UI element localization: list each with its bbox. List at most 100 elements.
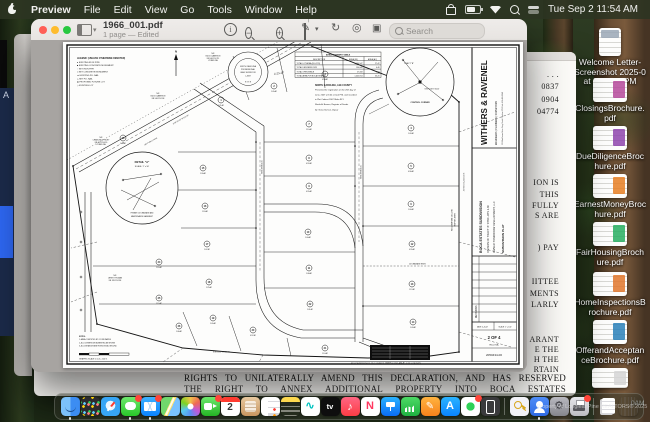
map-note: 2. ALL CORNERS MONUMENTED AS SHOWN: [79, 341, 116, 344]
svg-text:MAINTENANCE EASEMENT: MAINTENANCE EASEMENT: [131, 215, 153, 218]
menu-item-view[interactable]: View: [145, 4, 168, 16]
lot-acreage: 1.21 AC: [218, 104, 225, 107]
legend-item: ▲ EXISTING P.K. NAIL: [77, 74, 100, 77]
dock-calendar-icon[interactable]: 2: [221, 397, 240, 416]
dock-contacts-icon[interactable]: [241, 397, 260, 416]
close-button[interactable]: [39, 26, 47, 34]
dock-news-icon[interactable]: N: [361, 397, 380, 416]
menu-item-window[interactable]: Window: [245, 4, 282, 16]
svg-text:CONTROL CORNER: CONTROL CORNER: [410, 102, 430, 104]
file-thumbnail: [593, 320, 627, 344]
rotate-button[interactable]: ↻: [331, 22, 340, 35]
dock-safari-icon[interactable]: [101, 397, 120, 416]
spotlight-icon[interactable]: [510, 5, 519, 14]
window-subtitle: 1 page — Edited: [103, 30, 163, 39]
dock-mail-icon[interactable]: [141, 397, 160, 416]
legend-item: ◇ EXISTING LOT: [77, 84, 94, 87]
running-indicator: [538, 417, 541, 420]
bearing-label: S 02°23'07" E 1024.56': [462, 173, 464, 192]
lock-icon[interactable]: [446, 7, 456, 15]
info-button[interactable]: i: [224, 23, 237, 36]
desktop-icon[interactable]: ClosingsBrochure.pdf: [570, 78, 650, 123]
document-text-fragment: E THE: [535, 345, 559, 354]
map-text: TOTAL OPEN SPACE: [297, 70, 315, 73]
menu-item-tools[interactable]: Tools: [207, 4, 232, 16]
dock-freeform-icon[interactable]: ∿: [301, 397, 320, 416]
dock-numbers-icon[interactable]: [401, 397, 420, 416]
menu-bar: Preview File Edit View Go Tools Window Help Tue…: [0, 0, 650, 19]
dock-finder-icon[interactable]: [61, 397, 80, 416]
lot-acreage: 1.30 AC: [200, 172, 207, 175]
file-thumbnail: [593, 272, 627, 296]
dock-reminders-icon[interactable]: [261, 397, 280, 416]
search-input[interactable]: Search: [389, 23, 485, 39]
desktop-icon[interactable]: HomeInspectionsBrochure.pdf: [570, 272, 650, 317]
dock-maps-icon[interactable]: [161, 397, 180, 416]
dock-pages-icon[interactable]: ✎: [421, 397, 440, 416]
menu-item-preview[interactable]: Preview: [31, 4, 71, 16]
lot-acreage: 0.96 AC: [408, 170, 415, 173]
sidebar-toggle-icon[interactable]: [77, 24, 92, 36]
desktop-icon[interactable]: FairHousingBrochure.pdf: [570, 222, 650, 267]
menu-item-edit[interactable]: Edit: [114, 4, 132, 16]
dock-passwords-icon[interactable]: [510, 397, 529, 416]
line-table: [370, 345, 430, 360]
desktop-icon[interactable]: [570, 368, 650, 390]
control-center-icon[interactable]: [528, 6, 539, 14]
menu-item-go[interactable]: Go: [180, 4, 194, 16]
menu-item-help[interactable]: Help: [295, 4, 317, 16]
minimize-button[interactable]: [51, 26, 59, 34]
desktop-icon[interactable]: DueDiligenceBrochure.pdf: [570, 126, 650, 171]
redact-button[interactable]: ◎: [352, 22, 362, 35]
menu-item-file[interactable]: File: [84, 4, 101, 16]
chevron-down-icon[interactable]: ▾: [93, 26, 97, 34]
dock-iphone-icon[interactable]: [481, 397, 500, 416]
lot-acreage: 1.08 AC: [306, 272, 313, 275]
lot-acreage: 1.19 AC: [156, 302, 163, 305]
svg-text:GRAPHIC SCALE 1 inch = 100 f: GRAPHIC SCALE 1 inch = 100 ft.: [79, 358, 108, 361]
pdf-page[interactable]: N ★ ★ ★ 4-25-07: [63, 42, 523, 368]
dock-notes-icon[interactable]: [281, 397, 300, 416]
dock-keynote-icon[interactable]: [381, 397, 400, 416]
dock-facetime-icon[interactable]: [201, 397, 220, 416]
svg-text:DATE: 4-25-07: DATE: 4-25-07: [477, 326, 488, 329]
document-text-fragment: ION IS: [533, 178, 559, 187]
desktop-icon[interactable]: OfferandAcceptanceBrochure.pdf: [570, 320, 650, 365]
registration-line: June, 2007 at 3:42 o'clock P.M. and reco…: [315, 93, 357, 96]
menu-clock[interactable]: Tue Sep 2 11:54 AM: [548, 4, 638, 15]
form-fill-button[interactable]: ▣: [372, 22, 381, 35]
zoom-window-button[interactable]: [63, 26, 71, 34]
chevron-down-icon[interactable]: ▾: [315, 25, 319, 33]
battery-icon[interactable]: [465, 5, 481, 14]
lot-acreage: 1.43 AC: [120, 142, 127, 145]
file-thumbnail: [593, 174, 627, 198]
dock-appstore-icon[interactable]: A: [441, 397, 460, 416]
dock-messages-icon[interactable]: [121, 397, 140, 416]
document-text-fragment: RTAIN: [534, 365, 559, 374]
map-text: 57,318: [357, 71, 363, 73]
svg-text:SCALE: 1" = 50': SCALE: 1" = 50': [135, 165, 150, 168]
dock-photos-icon[interactable]: [181, 397, 200, 416]
legend-item: □ SET CONCRETE MONUMENT: [77, 71, 109, 74]
map-text: 27.42: [375, 63, 380, 65]
dock-tv-icon[interactable]: tv: [321, 397, 340, 416]
zoom-out-button[interactable]: −: [245, 27, 252, 39]
legend-item: ◉ PROPOSED FUTURE LOT: [77, 81, 106, 84]
zoom-in-button[interactable]: +: [276, 27, 283, 39]
map-note: 3. ALL DISTANCES ARE HORIZONTAL GROUND: [79, 345, 117, 348]
dock-launchpad-icon[interactable]: [81, 397, 100, 416]
preview-window[interactable]: ▾ 1966_001.pdf 1 page — Edited i − + ✎ ▾…: [31, 19, 527, 372]
dock-separator: [504, 398, 505, 415]
wifi-icon[interactable]: [490, 6, 501, 14]
apple-menu-icon[interactable]: [8, 5, 16, 14]
file-label: HomeInspectionsBrochure.pdf: [570, 298, 650, 317]
lot-acreage: 1.07 AC: [204, 248, 211, 251]
registration-signature: By: Nancy Harmon, Deputy: [315, 109, 338, 112]
document-text-fragment: 0904: [541, 95, 559, 104]
preview-content-area[interactable]: N ★ ★ ★ 4-25-07: [31, 40, 527, 372]
markup-pencil-button[interactable]: ✎: [301, 22, 310, 35]
dock-findmy-icon[interactable]: [461, 397, 480, 416]
dock-music-icon[interactable]: ♪: [341, 397, 360, 416]
desktop-icon[interactable]: EarnestMoneyBrochure.pdf: [570, 174, 650, 219]
lot-acreage: 1.12 AC: [409, 288, 416, 291]
